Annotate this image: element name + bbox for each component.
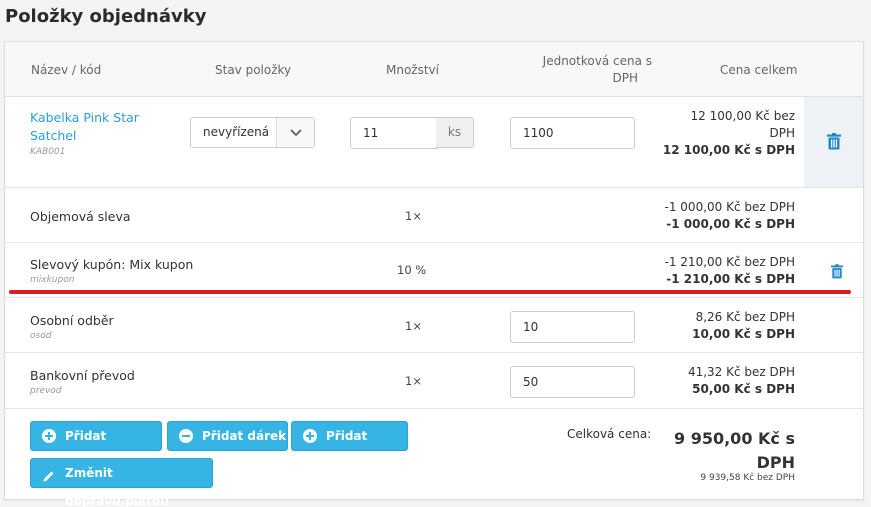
quantity-input[interactable]: 11 xyxy=(350,117,438,149)
bank-quantity: 1× xyxy=(405,374,422,388)
product-name-line2[interactable]: Satchel xyxy=(30,127,139,145)
header-unit-price: Jednotková cena s DPH xyxy=(510,53,652,87)
bank-label: Bankovní převod xyxy=(30,368,135,383)
pickup-total-no-vat: 8,26 Kč bez DPH xyxy=(695,310,795,324)
unit-price-input[interactable]: 1100 xyxy=(510,117,635,149)
bank-total-vat: 50,00 Kč s DPH xyxy=(692,382,795,396)
chevron-down-icon[interactable] xyxy=(276,118,314,147)
pickup-label: Osobní odběr xyxy=(30,313,114,328)
add-gift-button[interactable]: Přidat dárek xyxy=(167,421,288,451)
quantity-unit: ks xyxy=(436,117,474,148)
coupon-total-vat: -1 210,00 Kč s DPH xyxy=(666,272,795,286)
volume-discount-label: Objemová sleva xyxy=(30,209,131,224)
change-shipping-label: Změnit dopravu/platbu xyxy=(65,466,169,507)
product-total-no-vat-line2: DPH xyxy=(769,126,796,140)
header-name: Název / kód xyxy=(31,63,102,77)
volume-discount-quantity: 1× xyxy=(405,209,422,223)
add-discount-button[interactable]: Přidat slevu xyxy=(291,421,408,471)
pickup-code: osod xyxy=(30,331,52,341)
bank-code: prevod xyxy=(30,386,62,396)
coupon-total: -1 210,00 Kč bez DPH -1 210,00 Kč s DPH xyxy=(665,254,795,288)
plus-circle-icon xyxy=(303,429,317,443)
product-code: KAB001 xyxy=(30,147,66,157)
coupon-code: mixkupon xyxy=(30,275,75,285)
bank-total-no-vat: 41,32 Kč bez DPH xyxy=(687,365,795,379)
pencil-icon xyxy=(42,465,56,493)
total-price-line2: DPH xyxy=(756,453,795,472)
total-price-no-vat: 9 939,58 Kč bez DPH xyxy=(700,473,795,483)
product-total-no-vat-line1: 12 100,00 Kč bez xyxy=(690,109,795,123)
change-shipping-button[interactable]: Změnit dopravu/platbu xyxy=(30,458,213,507)
coupon-quantity: 10 % xyxy=(397,263,427,277)
header-unit-price-line2: DPH xyxy=(612,71,639,85)
trash-icon[interactable] xyxy=(831,264,843,283)
minus-circle-icon xyxy=(179,429,193,443)
total-price: 9 950,00 Kč s DPH xyxy=(674,427,795,475)
coupon-total-no-vat: -1 210,00 Kč bez DPH xyxy=(664,255,795,269)
pickup-total-vat: 10,00 Kč s DPH xyxy=(692,327,795,341)
highlight-underline xyxy=(9,290,851,294)
pickup-quantity: 1× xyxy=(405,319,422,333)
add-gift-label: Přidat dárek xyxy=(202,429,287,443)
pickup-total: 8,26 Kč bez DPH 10,00 Kč s DPH xyxy=(692,309,795,343)
pickup-price-input[interactable]: 10 xyxy=(510,311,635,343)
product-total-vat: 12 100,00 Kč s DPH xyxy=(662,143,795,157)
add-product-button[interactable]: Přidat produkt xyxy=(30,421,162,471)
volume-discount-total-vat: -1 000,00 Kč s DPH xyxy=(666,217,795,231)
product-name-link[interactable]: Kabelka Pink Star Satchel xyxy=(30,109,139,145)
bank-total: 41,32 Kč bez DPH 50,00 Kč s DPH xyxy=(688,364,795,398)
table-row-pickup: Osobní odběr osod 1× 10 8,26 Kč bez DPH … xyxy=(5,298,863,353)
table-row-bank: Bankovní převod prevod 1× 50 41,32 Kč be… xyxy=(5,353,863,409)
volume-discount-total-no-vat: -1 000,00 Kč bez DPH xyxy=(664,200,795,214)
status-select-value: nevyřízená xyxy=(203,125,270,139)
order-items-panel: Název / kód Stav položky Množství Jednot… xyxy=(4,41,864,507)
table-header: Název / kód Stav položky Množství Jednot… xyxy=(5,42,863,97)
bank-price-input[interactable]: 50 xyxy=(510,366,635,398)
header-quantity: Množství xyxy=(386,63,439,77)
table-row-product: Kabelka Pink Star Satchel KAB001 nevyříz… xyxy=(5,97,863,188)
trash-icon[interactable] xyxy=(827,133,841,154)
product-delete-cell xyxy=(804,97,863,187)
total-price-label: Celková cena: xyxy=(567,427,652,441)
plus-circle-icon xyxy=(42,429,56,443)
total-price-line1: 9 950,00 Kč s xyxy=(674,429,795,448)
add-discount-label: Přidat slevu xyxy=(326,429,368,471)
table-row-volume-discount: Objemová sleva 1× -1 000,00 Kč bez DPH -… xyxy=(5,188,863,243)
product-name-line1[interactable]: Kabelka Pink Star xyxy=(30,109,139,127)
header-unit-price-line1: Jednotková cena s xyxy=(542,54,652,68)
status-select[interactable]: nevyřízená xyxy=(190,117,315,148)
page-title: Položky objednávky xyxy=(5,6,207,27)
header-total: Cena celkem xyxy=(720,63,798,77)
volume-discount-total: -1 000,00 Kč bez DPH -1 000,00 Kč s DPH xyxy=(665,199,795,233)
coupon-label: Slevový kupón: Mix kupon xyxy=(30,257,194,272)
header-status: Stav položky xyxy=(215,63,292,77)
product-total: 12 100,00 Kč bez DPH 12 100,00 Kč s DPH xyxy=(663,108,795,159)
